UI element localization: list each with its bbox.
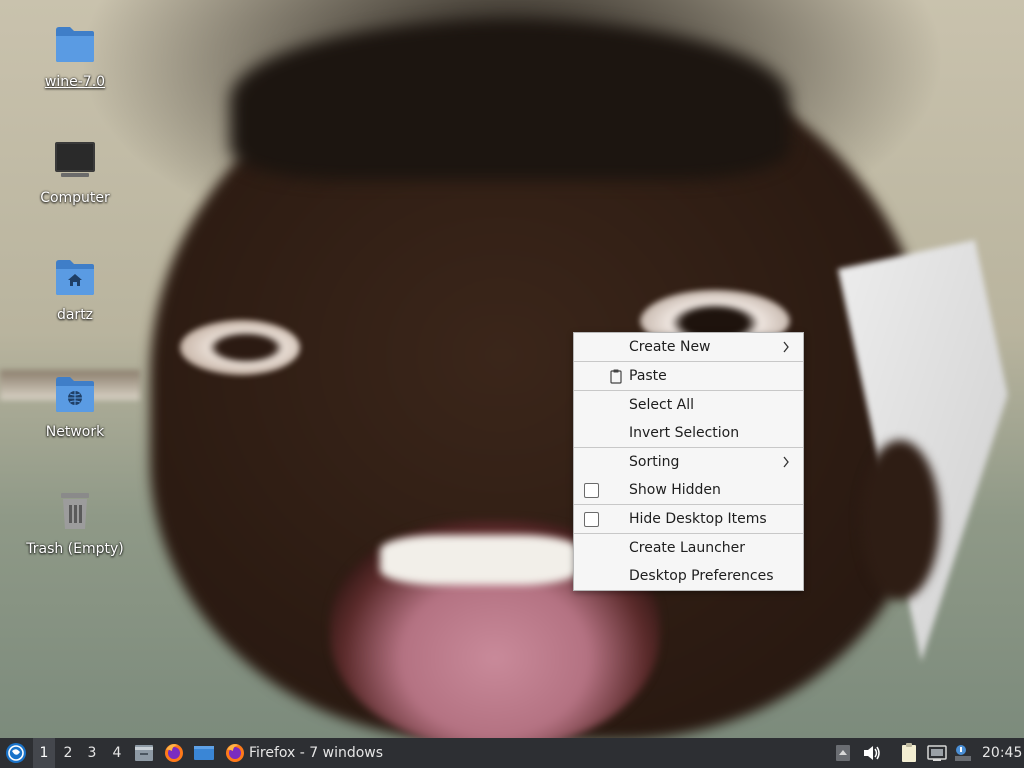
network-folder-icon xyxy=(56,377,94,412)
workspace-1[interactable]: 1 xyxy=(33,738,55,768)
show-desktop-button[interactable] xyxy=(192,738,216,768)
menu-item-label: Sorting xyxy=(629,454,680,470)
paste-icon xyxy=(610,369,622,384)
menu-item-label: Desktop Preferences xyxy=(629,568,774,584)
taskbar: 1 2 3 4 Firefox - 7 windows 20:45 xyxy=(0,738,1024,768)
menu-item-select-all[interactable]: Select All xyxy=(574,391,803,419)
menu-item-label: Select All xyxy=(629,397,694,413)
update-notifier-button[interactable] xyxy=(952,738,974,768)
computer-icon xyxy=(55,142,95,177)
desktop-icon-label: wine-7.0 xyxy=(44,74,106,90)
menu-item-paste[interactable]: Paste xyxy=(574,362,803,390)
show-hidden-checkbox[interactable] xyxy=(584,483,599,498)
workspace-4[interactable]: 4 xyxy=(106,738,128,768)
desktop-icon-label: Computer xyxy=(40,190,110,206)
menu-item-desktop-preferences[interactable]: Desktop Preferences xyxy=(574,562,803,590)
menu-item-label: Paste xyxy=(629,368,667,384)
desktop-icon-wine[interactable]: wine-7.0 xyxy=(20,24,130,90)
clock[interactable]: 20:45 xyxy=(982,738,1022,768)
file-manager-icon xyxy=(135,745,153,761)
desktop-icon-computer[interactable]: Computer xyxy=(20,140,130,206)
menu-item-show-hidden[interactable]: Show Hidden xyxy=(574,476,803,504)
menu-item-create-launcher[interactable]: Create Launcher xyxy=(574,534,803,562)
wallpaper-ear xyxy=(860,440,940,600)
firefox-icon xyxy=(226,744,244,762)
workspace-2[interactable]: 2 xyxy=(57,738,79,768)
task-label: Firefox - 7 windows xyxy=(249,745,384,761)
clipboard-icon xyxy=(902,743,916,762)
wallpaper-hair xyxy=(230,20,790,180)
volume-button[interactable] xyxy=(861,738,883,768)
firefox-icon xyxy=(165,744,183,762)
menu-item-label: Show Hidden xyxy=(629,482,721,498)
trash-icon xyxy=(61,493,89,529)
chevron-right-icon xyxy=(783,341,789,353)
hide-desktop-items-checkbox[interactable] xyxy=(584,512,599,527)
firefox-launcher[interactable] xyxy=(162,738,186,768)
tray-up-button[interactable] xyxy=(833,738,853,768)
menu-item-invert-selection[interactable]: Invert Selection xyxy=(574,419,803,447)
menu-item-hide-desktop-items[interactable]: Hide Desktop Items xyxy=(574,505,803,533)
workspace-3[interactable]: 3 xyxy=(81,738,103,768)
chevron-right-icon xyxy=(783,456,789,468)
desktop-context-menu: Create New Paste Select All Invert Selec… xyxy=(573,332,804,591)
menu-item-create-new[interactable]: Create New xyxy=(574,333,803,361)
home-folder-icon xyxy=(56,260,94,295)
file-manager-launcher[interactable] xyxy=(133,738,155,768)
menu-item-label: Create New xyxy=(629,339,711,355)
update-info-icon xyxy=(955,745,971,761)
desktop-icon-label: dartz xyxy=(56,307,94,323)
lubuntu-logo-icon xyxy=(6,743,26,763)
desktop-area[interactable]: wine-7.0 Computer dartz Network Trash (E… xyxy=(0,0,1024,738)
desktop-icon-trash[interactable]: Trash (Empty) xyxy=(20,491,130,557)
wallpaper-teeth xyxy=(380,535,580,585)
network-tray-button[interactable] xyxy=(926,738,948,768)
menu-item-label: Invert Selection xyxy=(629,425,740,441)
desktop-icon-home[interactable]: dartz xyxy=(20,257,130,323)
start-menu-button[interactable] xyxy=(3,738,29,768)
wallpaper-eye-left xyxy=(180,320,300,375)
menu-item-sorting[interactable]: Sorting xyxy=(574,448,803,476)
desktop-icon-network[interactable]: Network xyxy=(20,374,130,440)
task-button-firefox[interactable]: Firefox - 7 windows xyxy=(223,738,393,768)
menu-item-label: Hide Desktop Items xyxy=(629,511,767,527)
network-wired-icon xyxy=(927,745,947,761)
clipboard-tray-button[interactable] xyxy=(898,738,920,768)
desktop-icon-label: Network xyxy=(45,424,105,440)
tray-arrow-icon xyxy=(836,745,850,761)
desktop-icon-label: Trash (Empty) xyxy=(26,541,124,557)
folder-icon xyxy=(56,27,94,62)
show-desktop-icon xyxy=(194,746,214,760)
menu-item-label: Create Launcher xyxy=(629,540,746,556)
volume-icon xyxy=(864,746,880,760)
